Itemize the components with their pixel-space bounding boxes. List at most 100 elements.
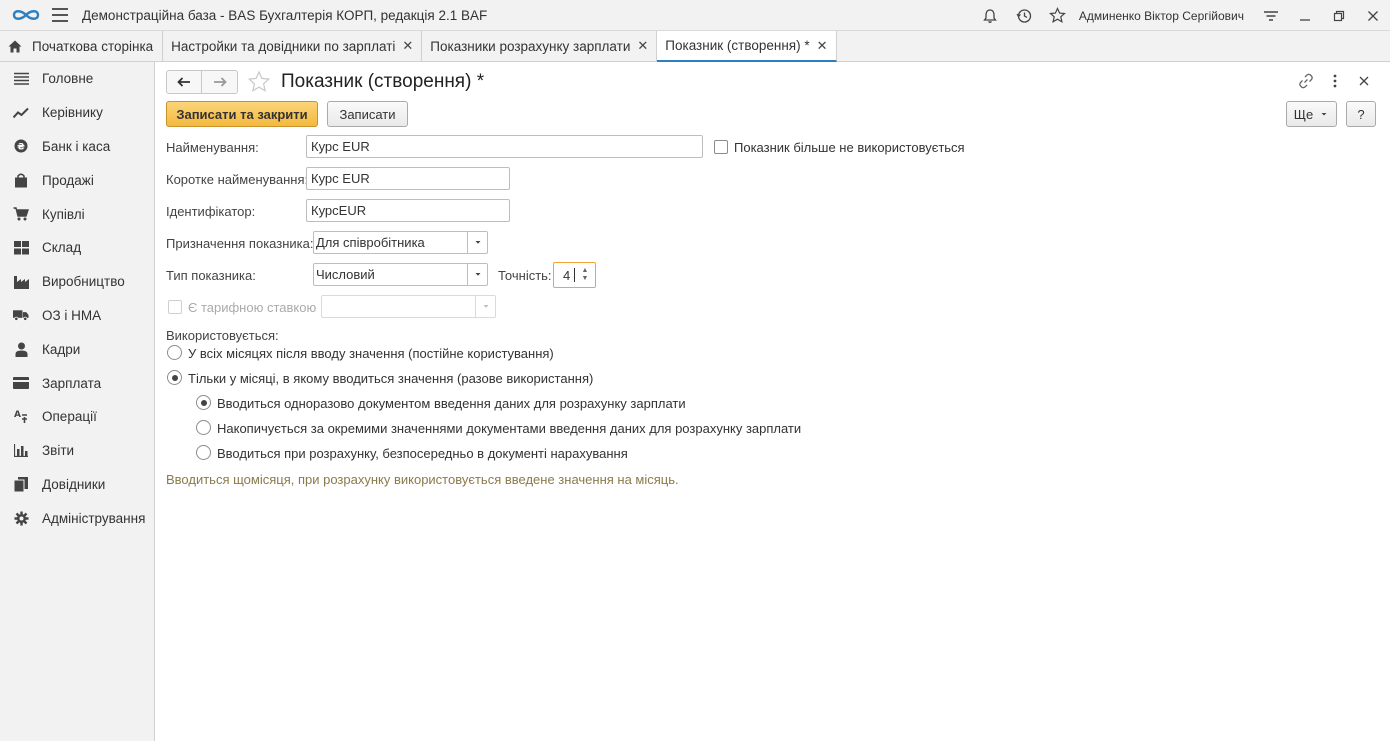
- sidebar-item-label: Продажі: [42, 172, 94, 188]
- tab-salary-indicators[interactable]: Показники розрахунку зарплати ✕: [422, 31, 658, 61]
- tariff-checkbox: [168, 300, 182, 314]
- input-radio-once[interactable]: [196, 395, 211, 410]
- name-field[interactable]: Курс EUR: [306, 135, 703, 158]
- tab-indicator-create[interactable]: Показник (створення) * ✕: [657, 31, 837, 62]
- list-icon: [13, 71, 29, 87]
- indicator-form: Показник (створення) * Записати та закри…: [155, 62, 1390, 741]
- usage-option-label[interactable]: У всіх місяцях після вводу значення (пос…: [188, 346, 554, 361]
- dropdown-arrow-icon: [475, 296, 495, 317]
- save-and-close-button[interactable]: Записати та закрити: [166, 101, 318, 127]
- sidebar-item-label: Виробництво: [42, 274, 125, 290]
- coin-icon: ₴: [13, 138, 29, 154]
- tab-salary-settings[interactable]: Настройки та довідники по зарплаті ✕: [163, 31, 423, 61]
- stepper-down-icon[interactable]: ▼: [582, 275, 589, 283]
- link-icon[interactable]: [1291, 71, 1320, 91]
- dropdown-arrow-icon[interactable]: [467, 232, 487, 253]
- minimize-icon[interactable]: [1288, 0, 1322, 31]
- sidebar-item-bank[interactable]: ₴ Банк і каса: [0, 130, 154, 164]
- app-title: Демонстраційна база - BAS Бухгалтерія КО…: [82, 7, 488, 23]
- sidebar-item-label: Звіти: [42, 443, 75, 459]
- sidebar-item-label: Керівнику: [42, 105, 103, 121]
- card-icon: [13, 375, 29, 391]
- sidebar-item-main[interactable]: Головне: [0, 62, 154, 96]
- close-tab-icon[interactable]: ✕: [817, 38, 828, 54]
- sidebar-item-production[interactable]: Виробництво: [0, 265, 154, 299]
- history-icon[interactable]: [1007, 0, 1041, 31]
- back-button[interactable]: [166, 70, 202, 94]
- bar-chart-icon: [13, 443, 29, 459]
- bag-icon: [13, 172, 29, 188]
- input-radio-accumulated[interactable]: [196, 420, 211, 435]
- close-tab-icon[interactable]: ✕: [637, 38, 648, 54]
- sidebar-item-label: Адміністрування: [42, 510, 146, 526]
- sidebar-item-manager[interactable]: Керівнику: [0, 96, 154, 130]
- usage-option-label[interactable]: Тільки у місяці, в якому вводиться значе…: [188, 371, 593, 386]
- operations-icon: A: [13, 409, 29, 425]
- close-form-icon[interactable]: [1349, 71, 1378, 91]
- forward-button[interactable]: [202, 70, 238, 94]
- bas-logo-icon: [12, 10, 40, 20]
- sidebar-item-operations[interactable]: A Операції: [0, 400, 154, 434]
- tab-label: Показники розрахунку зарплати: [430, 38, 631, 54]
- identifier-field[interactable]: КурсEUR: [306, 199, 510, 222]
- gear-icon: [13, 510, 29, 526]
- user-name[interactable]: Админенко Віктор Сергійович: [1079, 9, 1244, 23]
- help-button[interactable]: ?: [1346, 101, 1376, 127]
- input-radio-on-calculation[interactable]: [196, 445, 211, 460]
- sidebar-item-label: Зарплата: [42, 375, 102, 391]
- bell-icon[interactable]: [973, 0, 1007, 31]
- stepper-up-icon[interactable]: ▲: [582, 267, 589, 275]
- tab-home[interactable]: Початкова сторінка: [0, 31, 164, 61]
- save-button[interactable]: Записати: [327, 101, 408, 127]
- dropdown-arrow-icon[interactable]: [467, 264, 487, 285]
- precision-stepper[interactable]: 4 ▲ ▼: [553, 262, 596, 288]
- unused-checkbox[interactable]: [714, 140, 728, 154]
- short-name-field[interactable]: Курс EUR: [306, 167, 510, 190]
- sidebar-item-label: Купівлі: [42, 206, 85, 222]
- sidebar-item-reports[interactable]: Звіти: [0, 434, 154, 468]
- input-option-label[interactable]: Вводиться одноразово документом введення…: [217, 396, 686, 411]
- page-title: Показник (створення) *: [281, 71, 485, 92]
- input-option-label[interactable]: Накопичується за окремими значеннями док…: [217, 421, 801, 436]
- close-window-icon[interactable]: [1356, 0, 1390, 31]
- purpose-select[interactable]: Для співробітника: [313, 231, 488, 254]
- truck-icon: [13, 307, 29, 323]
- sidebar-item-label: Операції: [42, 409, 97, 425]
- sidebar-item-sales[interactable]: Продажі: [0, 163, 154, 197]
- main-menu-icon[interactable]: [52, 8, 68, 22]
- favorite-star-icon[interactable]: [247, 70, 271, 97]
- more-actions-icon[interactable]: [1320, 71, 1349, 91]
- unused-label[interactable]: Показник більше не використовується: [734, 140, 965, 155]
- sidebar-item-label: Довідники: [42, 476, 106, 492]
- sidebar-item-assets[interactable]: ОЗ і НМА: [0, 299, 154, 333]
- arrow-left-icon: [177, 77, 190, 87]
- sidebar-item-warehouse[interactable]: Склад: [0, 231, 154, 265]
- favorites-star-icon[interactable]: [1041, 0, 1075, 31]
- sidebar-item-hr[interactable]: Кадри: [0, 332, 154, 366]
- sidebar-item-label: Склад: [42, 240, 82, 256]
- sidebar-item-label: ОЗ і НМА: [42, 307, 102, 323]
- type-label: Тип показника:: [166, 268, 256, 283]
- svg-text:₴: ₴: [17, 143, 25, 153]
- type-value: Числовий: [316, 267, 375, 282]
- sidebar-item-label: Банк і каса: [42, 138, 111, 154]
- sidebar-item-salary[interactable]: Зарплата: [0, 366, 154, 400]
- cart-icon: [13, 206, 29, 222]
- sidebar-item-catalogs[interactable]: Довідники: [0, 468, 154, 502]
- tariff-select: [321, 295, 496, 318]
- svg-text:A: A: [14, 410, 21, 420]
- usage-radio-one-time[interactable]: [167, 370, 182, 385]
- identifier-label: Ідентифікатор:: [166, 204, 256, 219]
- sidebar-item-admin[interactable]: Адміністрування: [0, 501, 154, 535]
- sidebar-item-purchases[interactable]: Купівлі: [0, 197, 154, 231]
- close-tab-icon[interactable]: ✕: [402, 38, 413, 54]
- type-select[interactable]: Числовий: [313, 263, 488, 286]
- usage-radio-permanent[interactable]: [167, 345, 182, 360]
- settings-menu-icon[interactable]: [1254, 0, 1288, 31]
- arrow-right-icon: [213, 77, 227, 87]
- name-label: Найменування:: [166, 140, 259, 155]
- more-button[interactable]: Ще: [1286, 101, 1337, 127]
- restore-icon[interactable]: [1322, 0, 1356, 31]
- input-option-label[interactable]: Вводиться при розрахунку, безпосередньо …: [217, 446, 628, 461]
- sidebar: Головне Керівнику ₴ Банк і каса Продажі …: [0, 62, 155, 741]
